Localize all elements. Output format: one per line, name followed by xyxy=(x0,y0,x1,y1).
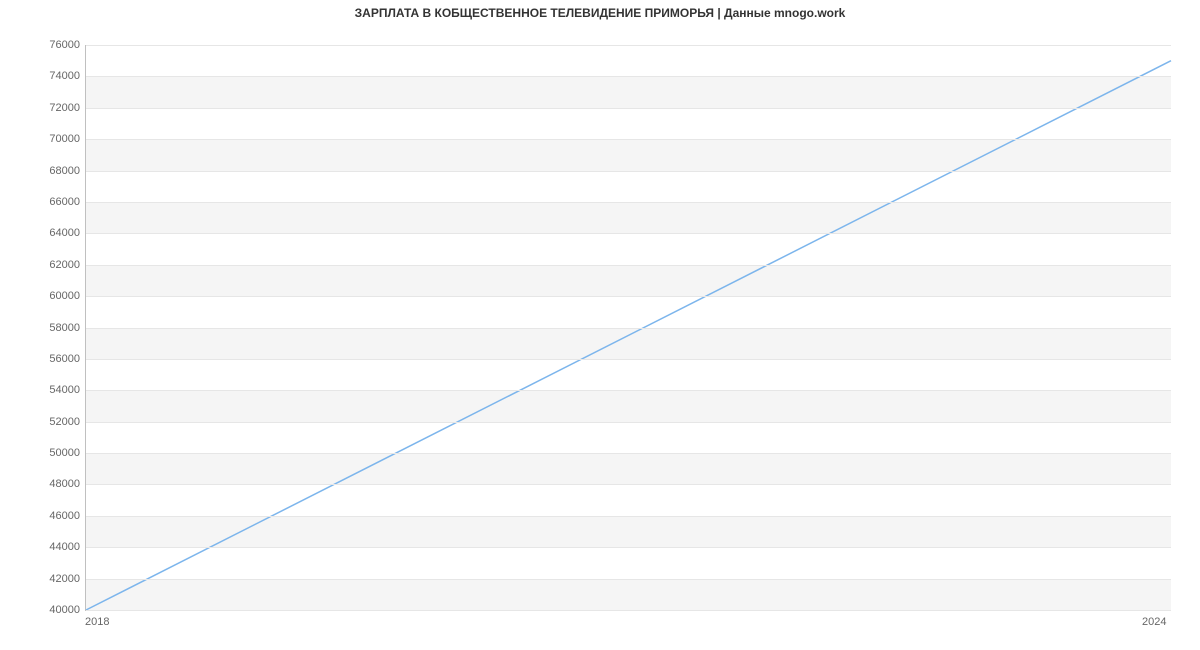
gridline xyxy=(86,579,1171,580)
y-tick-label: 62000 xyxy=(10,259,80,271)
gridline xyxy=(86,265,1171,266)
y-tick-label: 50000 xyxy=(10,447,80,459)
gridline xyxy=(86,516,1171,517)
y-tick-label: 44000 xyxy=(10,541,80,553)
y-tick-label: 54000 xyxy=(10,384,80,396)
gridline xyxy=(86,139,1171,140)
y-tick-label: 72000 xyxy=(10,102,80,114)
gridline xyxy=(86,422,1171,423)
chart-title: ЗАРПЛАТА В КОБЩЕСТВЕННОЕ ТЕЛЕВИДЕНИЕ ПРИ… xyxy=(0,6,1200,20)
gridline xyxy=(86,547,1171,548)
gridline xyxy=(86,171,1171,172)
gridline xyxy=(86,453,1171,454)
y-tick-label: 66000 xyxy=(10,196,80,208)
y-tick-label: 46000 xyxy=(10,510,80,522)
y-tick-label: 76000 xyxy=(10,39,80,51)
gridline xyxy=(86,484,1171,485)
gridline xyxy=(86,390,1171,391)
gridline xyxy=(86,359,1171,360)
y-tick-label: 40000 xyxy=(10,604,80,616)
x-tick-label: 2018 xyxy=(85,616,109,628)
gridline xyxy=(86,76,1171,77)
y-tick-label: 52000 xyxy=(10,416,80,428)
plot-area xyxy=(85,45,1171,611)
gridline xyxy=(86,610,1171,611)
gridline xyxy=(86,233,1171,234)
y-tick-label: 60000 xyxy=(10,290,80,302)
gridline xyxy=(86,45,1171,46)
x-tick-label: 2024 xyxy=(1142,616,1166,628)
y-tick-label: 64000 xyxy=(10,227,80,239)
gridline xyxy=(86,202,1171,203)
y-tick-label: 56000 xyxy=(10,353,80,365)
y-tick-label: 48000 xyxy=(10,478,80,490)
y-tick-label: 68000 xyxy=(10,165,80,177)
gridline xyxy=(86,328,1171,329)
y-tick-label: 74000 xyxy=(10,70,80,82)
gridline xyxy=(86,296,1171,297)
gridline xyxy=(86,108,1171,109)
y-tick-label: 42000 xyxy=(10,573,80,585)
y-tick-label: 70000 xyxy=(10,133,80,145)
y-tick-label: 58000 xyxy=(10,322,80,334)
salary-line-chart: ЗАРПЛАТА В КОБЩЕСТВЕННОЕ ТЕЛЕВИДЕНИЕ ПРИ… xyxy=(0,0,1200,650)
